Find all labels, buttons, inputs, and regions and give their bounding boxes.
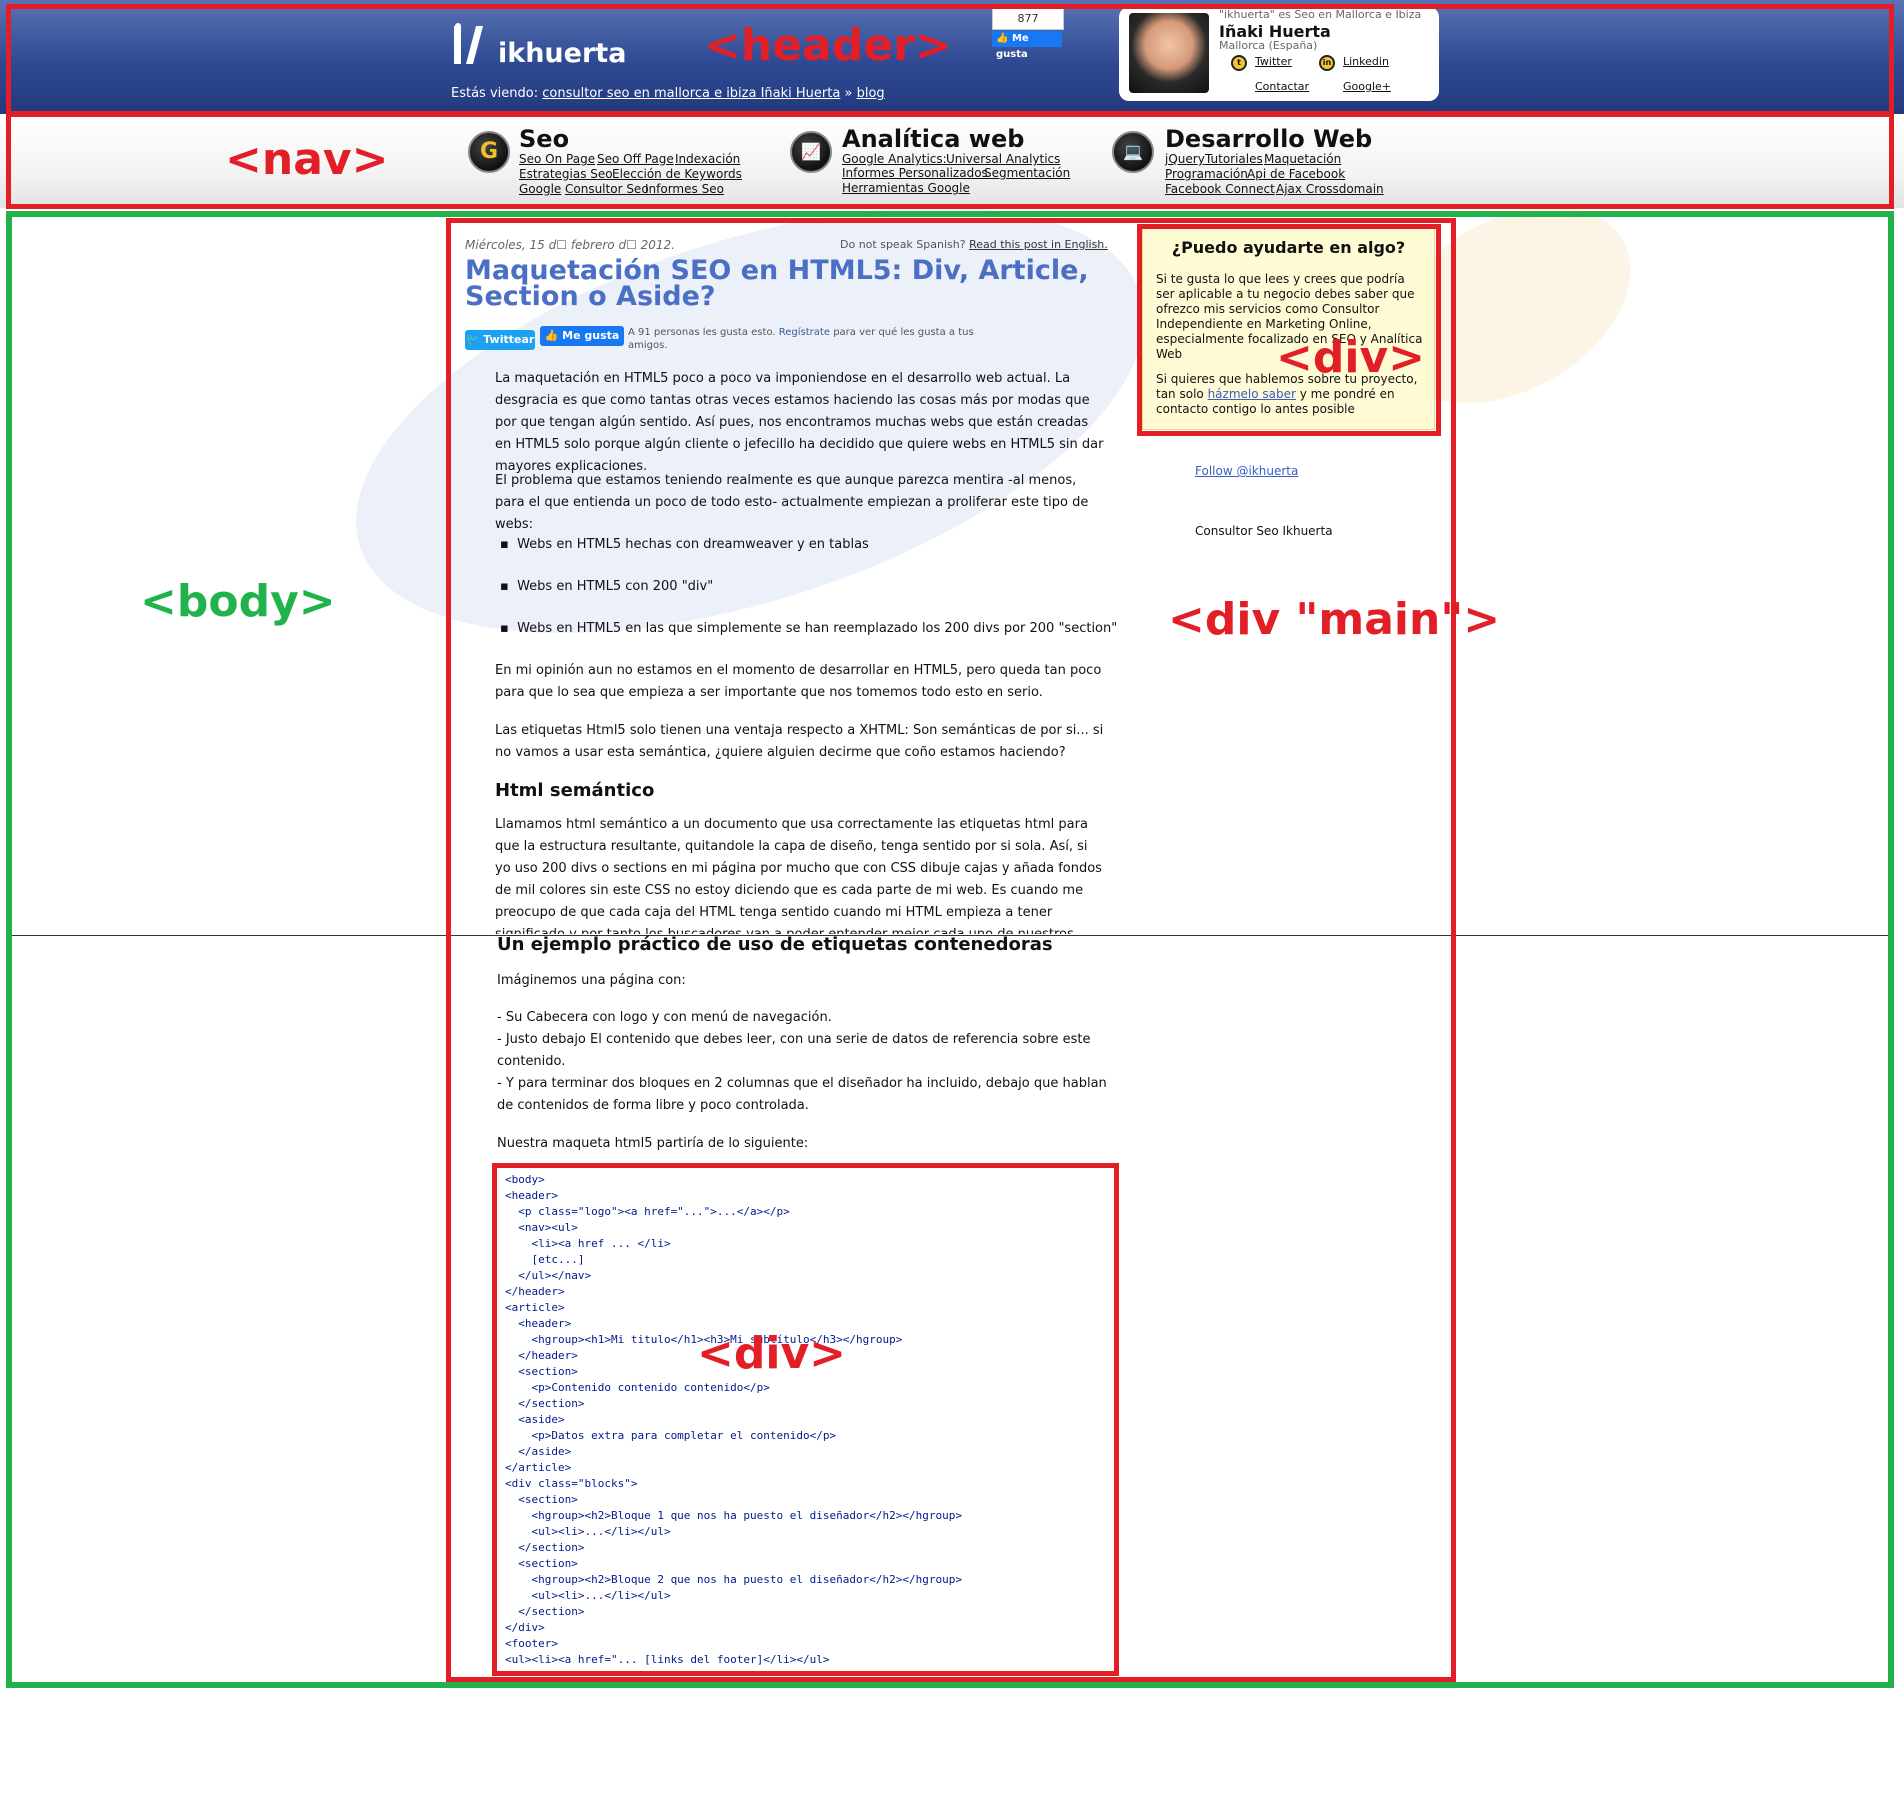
annotation-label-div-main: <div "main"> [1168, 594, 1501, 645]
annotation-box-code-div [492, 1163, 1119, 1676]
annotation-label-div-code: <div> [697, 1328, 846, 1379]
annotation-box-help-div [1137, 224, 1441, 436]
annotation-label-header: <header> [704, 20, 952, 71]
annotation-label-body: <body> [140, 576, 336, 627]
annotation-label-div-help: <div> [1276, 332, 1425, 383]
annotation-label-nav: <nav> [225, 134, 389, 185]
